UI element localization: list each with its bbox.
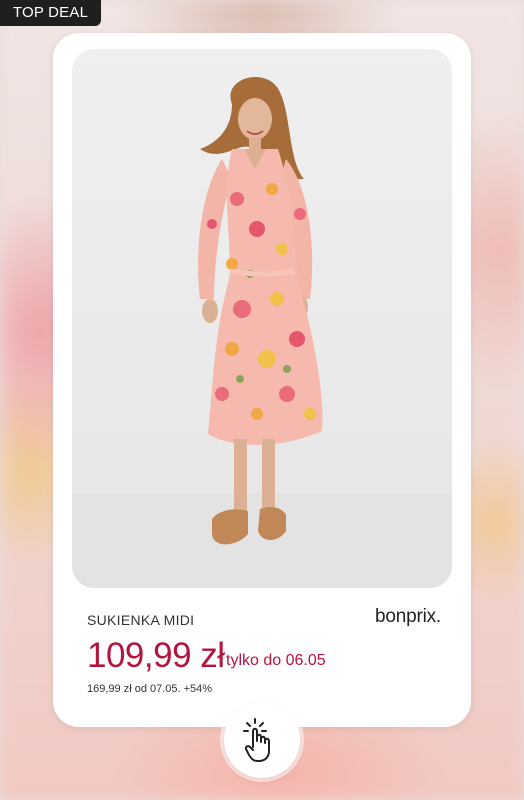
tap-hand-icon bbox=[243, 718, 270, 762]
old-price-note: 169,99 zł od 07.05. +54% bbox=[87, 683, 213, 695]
product-card[interactable]: SUKIENKA MIDI bonprix. 109,99 zł tylko d… bbox=[53, 33, 471, 727]
product-price: 109,99 zł bbox=[87, 636, 225, 675]
product-photo[interactable] bbox=[72, 49, 452, 588]
brand-logo: bonprix. bbox=[375, 606, 441, 627]
tap-cta-button[interactable] bbox=[224, 702, 300, 778]
model-in-dress-image bbox=[72, 76, 452, 588]
promo-deadline: tylko do 06.05 bbox=[226, 652, 326, 669]
top-deal-badge: TOP DEAL bbox=[0, 0, 101, 26]
product-name: SUKIENKA MIDI bbox=[87, 612, 195, 628]
